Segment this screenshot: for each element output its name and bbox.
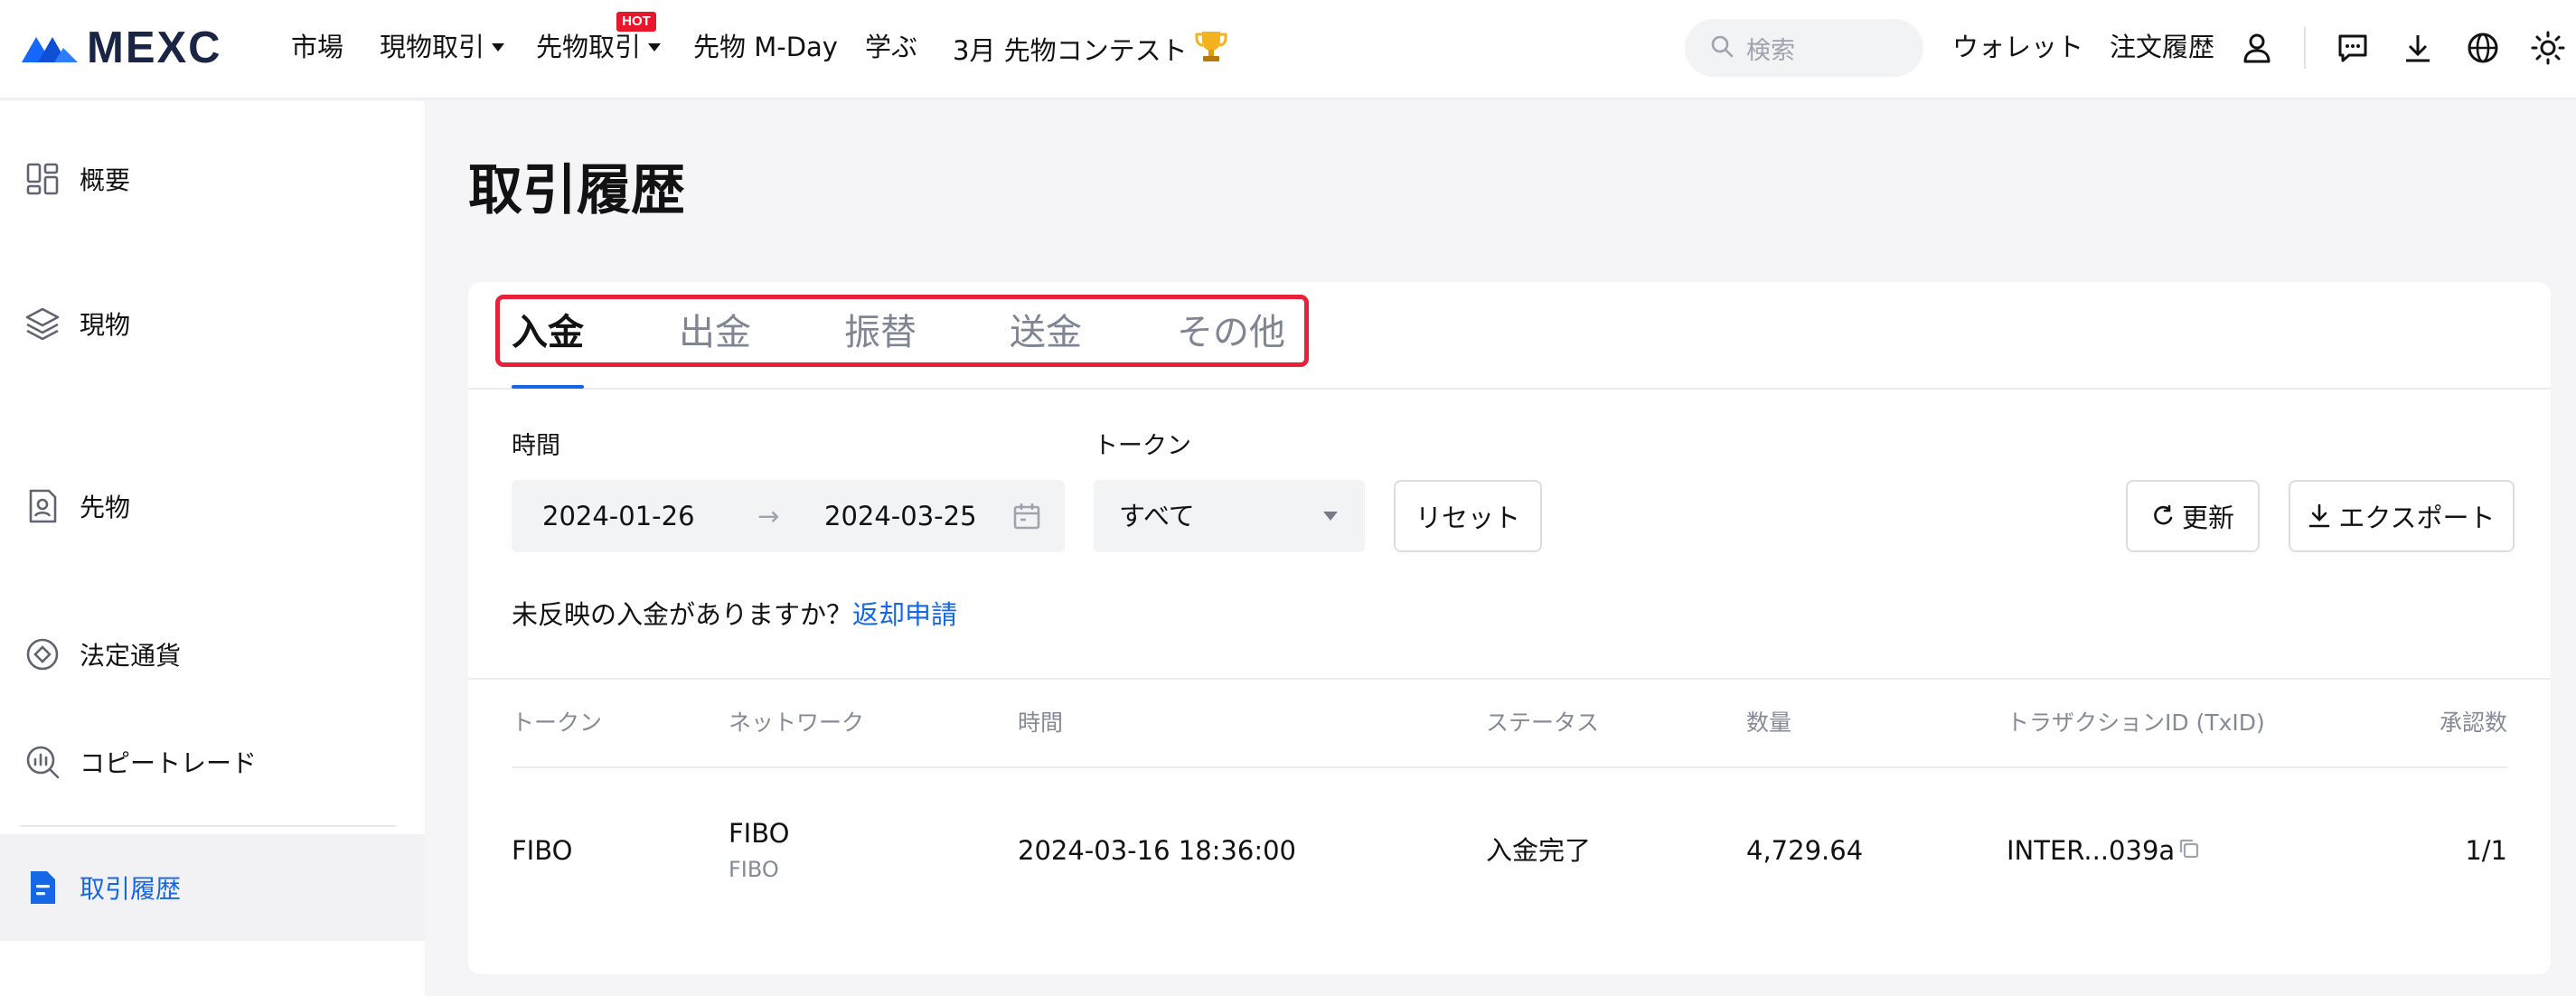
sidebar-item-spot[interactable]: 現物 [0,270,425,377]
cell-token: FIBO [512,835,573,866]
column-header-txid: トラザクションID (TxID) [2007,709,2265,736]
futures-icon [24,487,61,525]
section-divider [468,678,2551,680]
order-history-link[interactable]: 注文履歴 [2110,29,2214,65]
column-header-amount: 数量 [1746,709,1792,736]
nav-learn[interactable]: 学ぶ [865,29,917,65]
notice-text: 未反映の入金がありますか？ [512,599,853,630]
sidebar-divider [20,825,396,827]
unreflected-deposit-notice: 未反映の入金がありますか？返却申請 [512,597,957,633]
chat-icon[interactable] [2335,30,2371,66]
page-title: 取引履歴 [468,159,685,222]
sidebar-item-label: 概要 [80,165,131,195]
token-select-value: すべて [1119,501,1195,531]
nav-futures-mday-label: 先物 M-Day [693,32,838,62]
export-button[interactable]: エクスポート [2289,480,2515,552]
date-end-value[interactable]: 2024-03-25 [824,498,977,534]
calendar-icon[interactable] [1011,500,1043,532]
cell-confirmations: 1/1 [2465,835,2507,866]
cell-txid[interactable]: INTER...039a [2007,832,2175,869]
overview-icon [24,160,61,198]
sidebar-item-trade-history[interactable]: 取引履歴 [0,834,425,941]
refresh-icon [2151,504,2175,528]
reset-button[interactable]: リセット [1394,480,1542,552]
copy-trade-icon [24,743,61,781]
download-icon[interactable] [2400,30,2436,66]
mexc-logo[interactable]: MEXC [20,25,222,70]
theme-icon[interactable] [2530,30,2566,66]
copy-icon[interactable] [2176,836,2202,861]
nav-spot-trading-label: 現物取引 [380,32,485,62]
sidebar-item-futures[interactable]: 先物 [0,453,425,559]
nav-futures-contest[interactable]: 3月 先物コンテスト [953,29,1227,72]
export-button-label: エクスポート [2338,503,2496,533]
wallet-link[interactable]: ウォレット [1952,29,2083,65]
date-range-picker[interactable]: 2024-01-26 → 2024-03-25 [512,480,1065,552]
cell-status: 入金完了 [1486,835,1592,866]
chevron-down-icon [648,42,662,52]
cell-amount: 4,729.64 [1746,835,1864,866]
chevron-down-icon [1323,512,1338,521]
sidebar-item-fiat[interactable]: 法定通貨 [0,601,425,708]
cell-network: FIBO [729,818,790,849]
hot-badge: HOT [616,12,656,32]
search-icon [1710,34,1734,61]
token-filter-label: トークン [1094,432,1191,460]
reset-button-label: リセット [1415,503,1520,533]
history-icon [24,869,61,907]
brand-name: MEXC [87,23,222,72]
nav-learn-label: 学ぶ [865,32,918,62]
download-icon [2308,503,2331,529]
tabs-divider [468,388,2551,390]
column-header-status: ステータス [1486,709,1600,736]
table-header-divider [512,766,2507,768]
column-header-time: 時間 [1018,709,1064,736]
nav-futures-trading[interactable]: 先物取引 [536,29,662,65]
top-navigation-bar: MEXC 市場 現物取引 先物取引 HOT 先物 M-Day 学ぶ 3月 先物コ… [0,0,2576,99]
sidebar-item-label: 法定通貨 [80,641,182,671]
date-start-value[interactable]: 2024-01-26 [542,498,695,534]
active-tab-indicator [512,385,584,389]
sidebar-item-label: 現物 [80,310,131,340]
chevron-down-icon [492,42,505,52]
nav-market-label: 市場 [291,32,344,62]
user-icon[interactable] [2239,30,2275,66]
trophy-icon [1195,29,1227,72]
column-header-network: ネットワーク [729,709,865,736]
column-header-confirmations: 承認数 [2439,709,2507,736]
sidebar-item-copy-trade[interactable]: コピートレード [0,709,425,815]
search-placeholder: 検索 [1746,36,1795,65]
mexc-logo-icon [22,37,78,62]
sidebar-item-label: 先物 [80,493,131,522]
refund-request-link[interactable]: 返却申請 [852,599,957,630]
nav-futures-trading-label: 先物取引 [536,32,642,62]
nav-futures-mday[interactable]: 先物 M-Day [693,29,838,65]
refresh-button-label: 更新 [2181,503,2234,533]
nav-futures-contest-label: 3月 先物コンテスト [953,35,1188,66]
arrow-right-icon: → [757,501,780,531]
fiat-icon [24,635,61,673]
cell-time: 2024-03-16 18:36:00 [1018,835,1296,866]
token-select[interactable]: すべて [1094,480,1365,552]
spot-icon [24,305,61,343]
time-filter-label: 時間 [512,432,560,460]
sidebar-item-label: 取引履歴 [80,874,182,904]
cell-network-sub: FIBO [729,857,779,882]
nav-divider [2304,27,2306,69]
search-input[interactable]: 検索 [1685,19,1923,77]
sidebar-item-overview[interactable]: 概要 [0,126,425,232]
nav-market[interactable]: 市場 [291,29,343,65]
sidebar: 概要 現物 先物 法定通貨 コピートレード 取引履歴 [0,101,425,996]
globe-icon[interactable] [2465,30,2501,66]
tabs-highlight-box [495,295,1309,367]
sidebar-item-label: コピートレード [80,748,258,778]
nav-spot-trading[interactable]: 現物取引 [380,29,505,65]
column-header-token: トークン [512,709,603,736]
refresh-button[interactable]: 更新 [2126,480,2260,552]
